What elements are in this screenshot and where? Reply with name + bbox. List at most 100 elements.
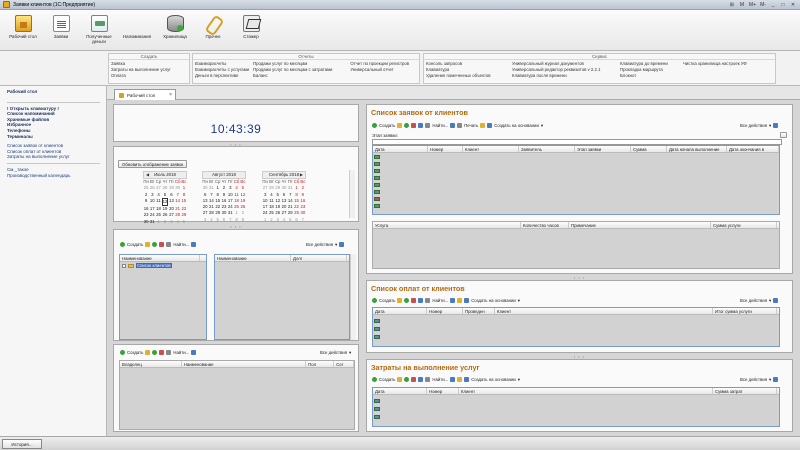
splitter[interactable]: • • • — [366, 354, 793, 359]
search-icon[interactable] — [425, 377, 431, 382]
close-tab-icon[interactable]: × — [169, 92, 172, 98]
report-icon[interactable] — [457, 298, 463, 303]
report-link[interactable]: Универсальный отчет — [350, 67, 409, 73]
cancel-search-icon[interactable] — [450, 298, 456, 303]
prev-month-icon[interactable]: ◀ — [146, 172, 149, 178]
calendar-day[interactable]: 7 — [300, 217, 306, 223]
toolbar-reminders-button[interactable]: Напоминания — [118, 10, 156, 203]
create-button[interactable]: Создать — [379, 123, 395, 128]
calendar-day[interactable]: 12 — [161, 197, 169, 207]
find-button[interactable]: Найти... — [432, 298, 448, 303]
calendar-scrollbar[interactable] — [349, 170, 355, 218]
maximize-button[interactable]: □ — [780, 2, 786, 8]
memory-plus-button[interactable]: M+ — [749, 2, 756, 8]
post-icon[interactable] — [418, 377, 424, 382]
find-button[interactable]: Найти... — [432, 123, 448, 128]
create-button[interactable]: Создать — [127, 242, 143, 247]
all-actions-menu[interactable]: Все действия ▾ — [306, 240, 345, 249]
minimize-button[interactable]: _ — [770, 2, 776, 8]
add-icon[interactable] — [372, 298, 377, 303]
report-link[interactable]: Деньги в перспективе — [195, 73, 245, 79]
search-icon[interactable] — [425, 298, 431, 303]
cancel-search-icon[interactable] — [191, 242, 197, 247]
clients-scrollbar[interactable] — [350, 254, 356, 340]
report-icon[interactable] — [480, 123, 486, 128]
find-button[interactable]: Найти... — [432, 377, 448, 382]
splitter[interactable]: • • • — [113, 142, 359, 147]
service-link[interactable]: Удаление помеченных объектов — [426, 73, 504, 79]
all-actions-menu[interactable]: Все действия ▾ — [740, 375, 779, 384]
create-button[interactable]: Создать — [379, 298, 395, 303]
print-button[interactable]: Печать — [464, 123, 478, 128]
edit-icon[interactable] — [404, 298, 410, 303]
structure-icon[interactable] — [464, 298, 470, 303]
request-services-table[interactable]: Услуга Количество часов Примечание Сумма… — [372, 221, 780, 269]
copy-icon[interactable] — [397, 298, 403, 303]
add-icon[interactable] — [120, 350, 125, 355]
service-link[interactable]: Блокнот — [620, 73, 675, 79]
all-actions-menu[interactable]: Все действия ▾ — [740, 296, 779, 305]
add-icon[interactable] — [120, 242, 125, 247]
print-icon[interactable] — [457, 123, 463, 128]
service-link[interactable]: Клавиатура после времени — [512, 73, 612, 79]
edit-icon[interactable] — [404, 377, 410, 382]
tab-desktop[interactable]: Рабочий стол × — [114, 89, 176, 100]
create-based-button[interactable]: Создать на основании — [494, 123, 539, 128]
help-icon[interactable] — [773, 298, 779, 303]
delete-icon[interactable] — [411, 298, 417, 303]
calendar-day[interactable]: 15 — [181, 198, 187, 206]
add-icon[interactable] — [372, 377, 377, 382]
tree-root-row[interactable]: - Список клиентов — [122, 263, 172, 268]
filter-choose-button[interactable] — [780, 132, 787, 138]
cancel-search-icon[interactable] — [191, 350, 197, 355]
cancel-search-icon[interactable] — [450, 377, 456, 382]
refresh-requests-button[interactable]: Обновить отображение заявок — [118, 160, 188, 168]
memory-minus-button[interactable]: M- — [760, 2, 766, 8]
folder-add-icon[interactable] — [145, 350, 151, 355]
folder-add-icon[interactable] — [145, 242, 151, 247]
create-based-button[interactable]: Создать на основании — [471, 298, 516, 303]
help-icon[interactable] — [339, 242, 345, 247]
splitter[interactable]: • • • — [366, 275, 793, 280]
windows-list-icon[interactable]: ⊞ — [729, 2, 735, 8]
delete-icon[interactable] — [411, 123, 417, 128]
sidebar-item-calendar[interactable]: Производственный календарь — [7, 173, 106, 179]
delete-icon[interactable] — [159, 350, 165, 355]
edit-icon[interactable] — [404, 123, 410, 128]
close-button[interactable]: ✕ — [790, 2, 796, 8]
toolbar-other-button[interactable]: Прочее — [194, 10, 232, 51]
help-icon[interactable] — [773, 123, 779, 128]
history-button[interactable]: История... — [2, 439, 42, 449]
create-payment-link[interactable]: Оплата — [111, 73, 171, 79]
post-icon[interactable] — [418, 123, 424, 128]
next-month-icon[interactable]: ▶ — [300, 172, 303, 178]
copy-icon[interactable] — [152, 350, 158, 355]
toolbar-storage-button[interactable]: Хранилища — [156, 10, 194, 51]
toolbar-money-button[interactable]: Полученные деньги — [80, 10, 118, 51]
costs-table[interactable]: Дата Номер Клиент Сумма затрат — [372, 387, 780, 427]
search-icon[interactable] — [166, 242, 172, 247]
find-button[interactable]: Найти... — [173, 350, 189, 355]
copy-icon[interactable] — [397, 123, 403, 128]
files-table[interactable]: Владелец Наименование Пол Сот — [119, 360, 355, 430]
toolbar-desktop-button[interactable]: Рабочий стол — [4, 10, 42, 51]
structure-icon[interactable] — [464, 377, 470, 382]
search-icon[interactable] — [166, 350, 172, 355]
add-icon[interactable] — [372, 123, 377, 128]
cancel-search-icon[interactable] — [450, 123, 456, 128]
toolbar-trainee-button[interactable]: Стажер — [232, 10, 270, 51]
create-based-button[interactable]: Создать на основании — [471, 377, 516, 382]
service-link[interactable]: Чистка хранилища настроек УФ — [683, 61, 747, 67]
clients-list[interactable]: Наименование Долг — [214, 254, 350, 340]
memory-button[interactable]: M — [739, 2, 745, 8]
delete-icon[interactable] — [159, 242, 165, 247]
calendar-day[interactable]: 9 — [240, 217, 246, 223]
report-link[interactable]: Баланс — [253, 73, 342, 79]
create-button[interactable]: Создать — [379, 377, 395, 382]
structure-icon[interactable] — [487, 123, 493, 128]
post-icon[interactable] — [418, 298, 424, 303]
all-actions-menu[interactable]: Все действия ▾ — [320, 348, 351, 357]
requests-table[interactable]: Дата Номер Клиент Заявитель Этап заявки … — [372, 145, 780, 215]
copy-icon[interactable] — [397, 377, 403, 382]
create-button[interactable]: Создать — [127, 350, 143, 355]
